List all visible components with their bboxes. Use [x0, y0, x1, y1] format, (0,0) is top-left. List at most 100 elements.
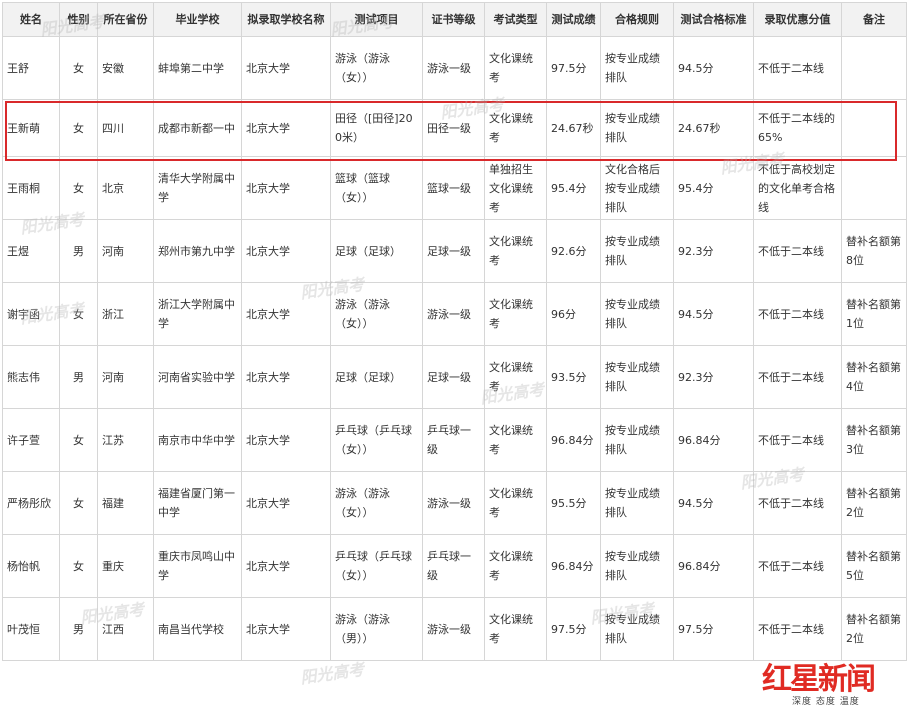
table-cell-standard: 94.5分: [673, 36, 754, 100]
table-cell-gender: 女: [59, 99, 98, 157]
table-cell-exam: 文化课统考: [484, 345, 547, 409]
table-cell-note: 替补名额第8位: [841, 219, 907, 283]
table-row: 许子萱女江苏 南京市中华中学 北京大学 乒乓球（乒乓球（女）） 乒乓球一级 文化课统考 96…: [2, 408, 907, 472]
table-cell-province: 江西: [97, 597, 154, 661]
table-cell-school: 成都市新都一中: [153, 99, 242, 157]
table-cell-event: 足球（足球）: [330, 345, 423, 409]
table-cell-gender: 女: [59, 36, 98, 100]
table-cell-level: 乒乓球一级: [422, 408, 485, 472]
table-cell-rule: 文化合格后按专业成绩排队: [600, 156, 674, 220]
header-cell: 毕业学校: [153, 2, 242, 37]
table-cell-bonus: 不低于二本线: [753, 345, 842, 409]
table-cell-bonus: 不低于二本线: [753, 534, 842, 598]
header-cell: 所在省份: [97, 2, 154, 37]
table-cell-school: 南昌当代学校: [153, 597, 242, 661]
table-cell-rule: 按专业成绩排队: [600, 408, 674, 472]
table-cell-standard: 24.67秒: [673, 99, 754, 157]
table-cell-level: 篮球一级: [422, 156, 485, 220]
table-cell-note: 替补名额第3位: [841, 408, 907, 472]
table-cell-gender: 男: [59, 345, 98, 409]
table-cell-score: 96.84分: [546, 534, 601, 598]
table-cell-score: 24.67秒: [546, 99, 601, 157]
table-cell-score: 97.5分: [546, 597, 601, 661]
table-cell-exam: 文化课统考: [484, 408, 547, 472]
header-cell: 考试类型: [484, 2, 547, 37]
table-cell-target: 北京大学: [241, 156, 331, 220]
table-cell-target: 北京大学: [241, 36, 331, 100]
table-cell-standard: 96.84分: [673, 534, 754, 598]
table-row: 叶茂恒男江西 南昌当代学校 北京大学 游泳（游泳（男）） 游泳一级 文化课统考 97.5分按…: [2, 597, 907, 661]
table-cell-name: 王雨桐: [2, 156, 60, 220]
table-row: 熊志伟男河南 河南省实验中学 北京大学 足球（足球） 足球一级 文化课统考 93.5分 按专业…: [2, 345, 907, 409]
table-cell-bonus: 不低于二本线: [753, 597, 842, 661]
table-cell-rule: 按专业成绩排队: [600, 534, 674, 598]
table-cell-score: 92.6分: [546, 219, 601, 283]
table-cell-province: 江苏: [97, 408, 154, 472]
table-cell-province: 河南: [97, 345, 154, 409]
header-cell: 拟录取学校名称: [241, 2, 331, 37]
table-cell-name: 熊志伟: [2, 345, 60, 409]
table-cell-gender: 男: [59, 597, 98, 661]
table-cell-gender: 男: [59, 219, 98, 283]
header-cell: 备注: [841, 2, 907, 37]
table-row: 王雨桐女北京 清华大学附属中学 北京大学 篮球（篮球（女）） 篮球一级 单独招生文化课统考…: [2, 156, 907, 220]
table-cell-gender: 女: [59, 534, 98, 598]
table-cell-bonus: 不低于二本线: [753, 36, 842, 100]
header-row: 姓名 性别 所在省份 毕业学校 拟录取学校名称 测试项目 证书等级 考试类型 测…: [2, 2, 907, 37]
table-cell-name: 王煜: [2, 219, 60, 283]
table-cell-school: 浙江大学附属中学: [153, 282, 242, 346]
table-cell-school: 河南省实验中学: [153, 345, 242, 409]
table-cell-event: 足球（足球）: [330, 219, 423, 283]
table-cell-exam: 文化课统考: [484, 99, 547, 157]
table-cell-score: 93.5分: [546, 345, 601, 409]
table-cell-province: 福建: [97, 471, 154, 535]
table-cell-province: 浙江: [97, 282, 154, 346]
header-cell: 合格规则: [600, 2, 674, 37]
logo-subtitle: 深度 态度 温度: [792, 694, 860, 707]
table-cell-school: 郑州市第九中学: [153, 219, 242, 283]
table-cell-name: 叶茂恒: [2, 597, 60, 661]
table-cell-target: 北京大学: [241, 345, 331, 409]
table-cell-exam: 文化课统考: [484, 219, 547, 283]
header-cell: 测试合格标准: [673, 2, 754, 37]
table-cell-standard: 94.5分: [673, 282, 754, 346]
table-row: 谢宇函女浙江 浙江大学附属中学 北京大学 游泳（游泳（女）） 游泳一级 文化课统考 96分按…: [2, 282, 907, 346]
table-cell-rule: 按专业成绩排队: [600, 345, 674, 409]
table-cell-note: 替补名额第4位: [841, 345, 907, 409]
table-cell-rule: 按专业成绩排队: [600, 282, 674, 346]
table-cell-standard: 92.3分: [673, 219, 754, 283]
table-cell-province: 重庆: [97, 534, 154, 598]
table-cell-name: 严杨彤欣: [2, 471, 60, 535]
table-cell-gender: 女: [59, 471, 98, 535]
table-cell-exam: 文化课统考: [484, 534, 547, 598]
table-cell-target: 北京大学: [241, 534, 331, 598]
header-cell: 性别: [59, 2, 98, 37]
table-cell-note: [841, 99, 907, 157]
table-cell-standard: 94.5分: [673, 471, 754, 535]
table-cell-province: 安徽: [97, 36, 154, 100]
table-cell-event: 篮球（篮球（女））: [330, 156, 423, 220]
table-cell-bonus: 不低于二本线: [753, 219, 842, 283]
table-cell-standard: 97.5分: [673, 597, 754, 661]
table-cell-level: 游泳一级: [422, 282, 485, 346]
table-cell-school: 清华大学附属中学: [153, 156, 242, 220]
table-row: 王煜男河南 郑州市第九中学 北京大学 足球（足球） 足球一级 文化课统考 92.6分 按专业成…: [2, 219, 907, 283]
table-cell-score: 96分: [546, 282, 601, 346]
table-row: 王舒女安徽 蚌埠第二中学 北京大学 游泳（游泳（女）） 游泳一级 文化课统考 97.5分 按专…: [2, 36, 907, 100]
table-cell-score: 95.4分: [546, 156, 601, 220]
table-cell-score: 96.84分: [546, 408, 601, 472]
table-cell-level: 游泳一级: [422, 471, 485, 535]
table-cell-exam: 文化课统考: [484, 597, 547, 661]
table-cell-target: 北京大学: [241, 219, 331, 283]
header-cell: 录取优惠分值: [753, 2, 842, 37]
table-cell-target: 北京大学: [241, 282, 331, 346]
table-cell-level: 游泳一级: [422, 36, 485, 100]
table-cell-event: 田径（[田径]200米）: [330, 99, 423, 157]
table-cell-rule: 按专业成绩排队: [600, 219, 674, 283]
table-cell-name: 谢宇函: [2, 282, 60, 346]
table-cell-bonus: 不低于高校划定的文化单考合格线: [753, 156, 842, 220]
table-cell-exam: 文化课统考: [484, 471, 547, 535]
table-cell-event: 游泳（游泳（女））: [330, 36, 423, 100]
table-cell-note: [841, 36, 907, 100]
table-cell-province: 北京: [97, 156, 154, 220]
